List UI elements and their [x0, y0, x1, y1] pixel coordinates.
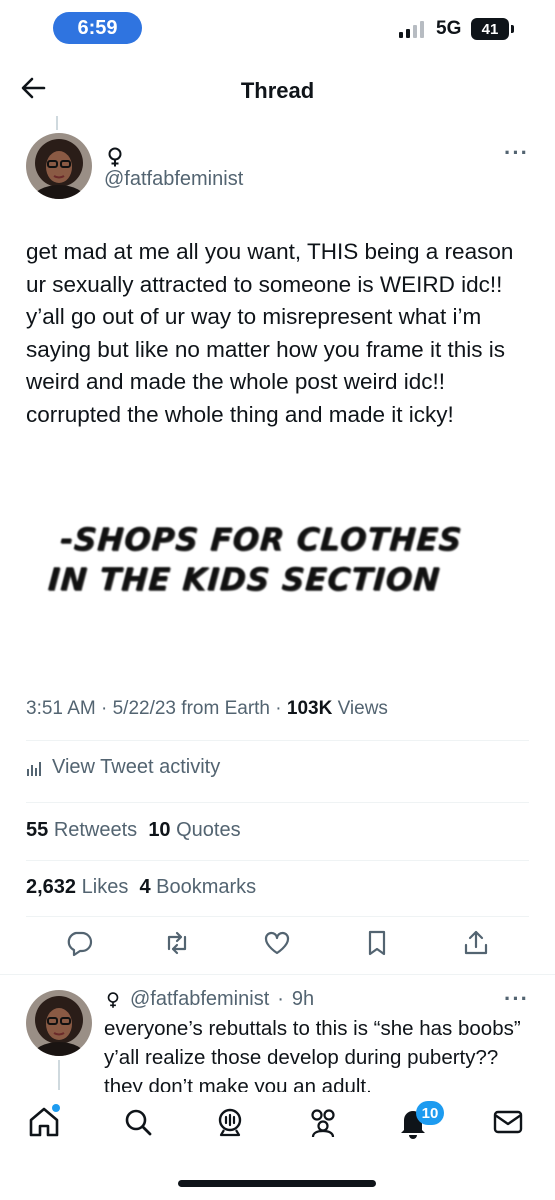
- reply-header: @fatfabfeminist · 9h: [104, 988, 314, 1011]
- status-bar: 6:59 5G 41: [0, 0, 555, 56]
- divider: [0, 974, 555, 975]
- image-text-line: IN THE KIDS SECTION: [46, 562, 442, 598]
- view-activity-link[interactable]: View Tweet activity: [26, 756, 220, 779]
- avatar[interactable]: [26, 990, 92, 1056]
- tweet-time: 3:51 AM: [26, 698, 96, 719]
- quotes-stat[interactable]: 10 Quotes: [148, 819, 240, 841]
- messages-icon[interactable]: [490, 1104, 526, 1140]
- tweet-date: 5/22/23: [112, 698, 177, 719]
- tweet-actions: [0, 928, 555, 964]
- notifications-badge: 10: [416, 1101, 444, 1125]
- status-time: 6:59: [53, 12, 142, 44]
- divider: [26, 802, 529, 803]
- likes-stat[interactable]: 2,632 Likes: [26, 876, 128, 898]
- retweet-icon[interactable]: [162, 928, 192, 958]
- communities-icon[interactable]: [305, 1104, 341, 1140]
- female-symbol-icon: [108, 147, 122, 167]
- reply-icon[interactable]: [64, 928, 94, 958]
- divider: [26, 860, 529, 861]
- female-symbol-icon: [107, 991, 119, 1008]
- reply-tweet[interactable]: @fatfabfeminist · 9h ··· everyone’s rebutt…: [0, 978, 555, 1092]
- bookmarks-stat[interactable]: 4 Bookmarks: [139, 876, 256, 898]
- divider: [26, 916, 529, 917]
- network-type: 5G: [436, 18, 462, 39]
- thread-connector: [56, 116, 58, 130]
- more-options-icon[interactable]: ···: [504, 140, 529, 166]
- home-indicator[interactable]: [178, 1180, 376, 1187]
- tweet-text: get mad at me all you want, THIS being a…: [26, 239, 514, 427]
- views-label: Views: [337, 698, 388, 719]
- avatar[interactable]: [26, 133, 92, 199]
- tweet-image[interactable]: -SHOPS FOR CLOTHES IN THE KIDS SECTION: [46, 520, 528, 610]
- bookmark-icon[interactable]: [362, 928, 392, 958]
- thread-connector: [58, 1060, 60, 1090]
- reply-age: 9h: [291, 988, 315, 1010]
- share-icon[interactable]: [461, 928, 491, 958]
- reply-handle[interactable]: @fatfabfeminist: [130, 988, 269, 1011]
- views-count: 103K: [286, 698, 333, 719]
- like-icon[interactable]: [262, 928, 292, 958]
- battery-icon: 41: [471, 18, 514, 40]
- page-title: Thread: [240, 78, 315, 103]
- more-options-icon[interactable]: ···: [504, 986, 529, 1012]
- analytics-icon: [27, 761, 41, 776]
- retweets-stat[interactable]: 55 Retweets: [26, 819, 137, 841]
- nav-bar: Thread: [0, 58, 555, 118]
- search-icon[interactable]: [120, 1104, 156, 1140]
- view-activity-label: View Tweet activity: [52, 756, 221, 778]
- spaces-icon[interactable]: [212, 1104, 248, 1140]
- like-bookmark-stats: 2,632 Likes 4 Bookmarks: [26, 876, 256, 899]
- tweet-meta: 3:51 AM · 5/22/23 from Earth · 103K View…: [26, 698, 388, 719]
- unread-dot: [52, 1104, 60, 1112]
- divider: [26, 740, 529, 741]
- retweet-quote-stats: 55 Retweets 10 Quotes: [26, 819, 241, 842]
- reply-text: everyone’s rebuttals to this is “she has…: [104, 1017, 521, 1092]
- author-handle[interactable]: @fatfabfeminist: [104, 168, 243, 191]
- image-text-line: -SHOPS FOR CLOTHES: [58, 522, 464, 558]
- tweet-source: from Earth: [181, 698, 270, 719]
- signal-icon: [399, 20, 424, 38]
